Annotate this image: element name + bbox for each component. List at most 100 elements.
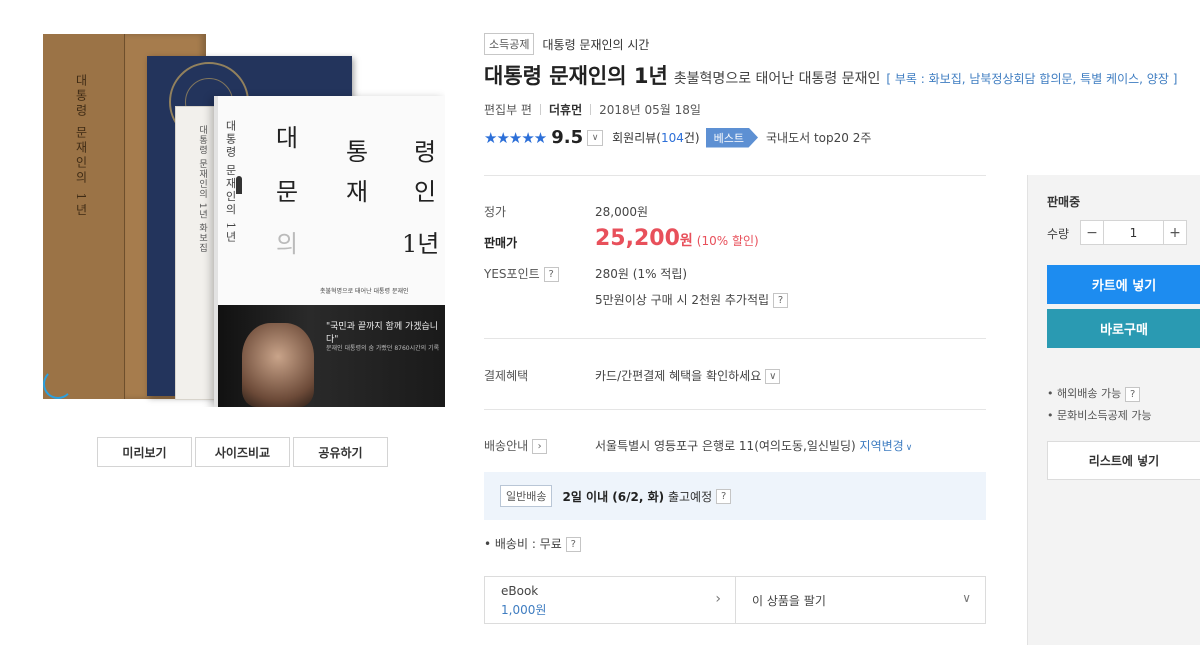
list-price-label: 정가 bbox=[484, 205, 507, 219]
divider bbox=[590, 104, 592, 115]
add-to-cart-button[interactable]: 카트에 넣기 bbox=[1047, 265, 1200, 304]
tag-row: 소득공제 대통령 문재인의 시간 bbox=[484, 33, 649, 55]
sale-price-value: 25,200 bbox=[595, 226, 680, 251]
help-icon[interactable]: ? bbox=[1125, 386, 1141, 402]
quantity-input[interactable]: 1 bbox=[1103, 221, 1164, 244]
supplement-info: [ 부록 : 화보집, 남북정상회담 합의문, 특별 케이스, 양장 ] bbox=[886, 72, 1178, 86]
chevron-down-icon: ∨ bbox=[962, 591, 971, 605]
ebook-price: 1,000원 bbox=[501, 603, 547, 617]
rating-score: 9.5 bbox=[551, 127, 584, 148]
portrait-photo bbox=[242, 323, 314, 407]
payment-label: 결제혜택 bbox=[484, 369, 529, 383]
bestseller-rank[interactable]: 국내도서 top20 2주 bbox=[766, 129, 871, 146]
cover-quote: "국민과 끝까지 함께 가겠습니다" bbox=[326, 322, 439, 345]
sell-item-label: 이 상품을 팔기 bbox=[752, 594, 826, 608]
chevron-right-icon: › bbox=[715, 591, 721, 607]
title-row: 대통령 문재인의 1년 촛불혁명으로 태어난 대통령 문재인 [ 부록 : 화보… bbox=[484, 60, 1177, 90]
region-change-link[interactable]: 지역변경 bbox=[860, 439, 904, 453]
publisher-link[interactable]: 더휴먼 bbox=[549, 101, 582, 118]
cover-char: 재 bbox=[346, 178, 369, 206]
rating-row: ★★★★★ 9.5 ∨ 회원리뷰(104건) 베스트 국내도서 top20 2주 bbox=[484, 127, 871, 148]
points-label: YES포인트? bbox=[484, 265, 559, 282]
buy-now-button[interactable]: 바로구매 bbox=[1047, 309, 1200, 348]
section-divider bbox=[484, 175, 986, 176]
points-extra-text: 5만원이상 구매 시 2천원 추가적립 bbox=[595, 293, 770, 307]
shipping-label-text: 배송안내 bbox=[484, 439, 529, 453]
cover-char: 문 bbox=[276, 178, 299, 206]
quantity-stepper: − 1 + bbox=[1080, 220, 1187, 245]
preview-button[interactable]: 미리보기 bbox=[97, 437, 192, 467]
slipcase-spine: 대통령 문재인의 1년 bbox=[43, 34, 125, 399]
sell-item-dropdown[interactable]: 이 상품을 팔기 ∨ bbox=[736, 577, 985, 623]
cover-char: 령 bbox=[414, 138, 437, 166]
payment-benefit[interactable]: 카드/간편결제 혜택을 확인하세요 ∨ bbox=[595, 367, 781, 384]
product-subtitle: 촛불혁명으로 태어난 대통령 문재인 bbox=[673, 71, 881, 87]
delivery-type-chip: 일반배송 bbox=[500, 485, 553, 507]
overseas-shipping-note: • 해외배송 가능? bbox=[1047, 385, 1141, 402]
author-link[interactable]: 편집부 편 bbox=[484, 101, 532, 118]
product-cover-image[interactable]: 대통령 문재인의 1년 대통령 문재인의 1년 화보집 대 통 령 문 재 인 … bbox=[43, 34, 445, 407]
slipcase-title: 대통령 문재인의 1년 bbox=[74, 74, 88, 219]
cover-char: 인 bbox=[414, 178, 437, 206]
purchase-panel: 판매중 수량 − 1 + 카트에 넣기 바로구매 • 해외배송 가능? • 문화… bbox=[1027, 175, 1200, 645]
points-value: 280원 (1% 적립) bbox=[595, 267, 688, 281]
chevron-down-icon[interactable]: ∨ bbox=[906, 443, 913, 453]
cover-tagline: 촛불혁명으로 태어난 대통령 문재인 bbox=[320, 288, 409, 295]
chevron-down-icon[interactable]: ∨ bbox=[765, 369, 781, 384]
product-title: 대통령 문재인의 1년 bbox=[484, 64, 668, 88]
best-badge: 베스트 bbox=[705, 127, 758, 148]
cover-portrait-band: "국민과 끝까지 함께 가겠습니다" 문재인 대통령의 숨 가빴던 8760시간… bbox=[218, 305, 445, 407]
shipping-label: 배송안내 › bbox=[484, 437, 548, 454]
review-prefix: 회원리뷰( bbox=[612, 131, 661, 145]
cover-char: 1년 bbox=[402, 230, 440, 258]
shipping-fee-text: • 배송비 : 무료 bbox=[484, 537, 562, 551]
payment-benefit-text: 카드/간편결제 혜택을 확인하세요 bbox=[595, 369, 762, 383]
ebook-box: eBook 1,000원 › 이 상품을 팔기 ∨ bbox=[484, 576, 986, 624]
help-icon[interactable]: ? bbox=[773, 293, 789, 308]
list-price-value: 28,000원 bbox=[595, 205, 649, 219]
delivery-estimate: 2일 이내 (6/2, 화) 출고예정 bbox=[562, 488, 712, 505]
shipping-fee: • 배송비 : 무료? bbox=[484, 535, 581, 552]
size-compare-button[interactable]: 사이즈비교 bbox=[195, 437, 290, 467]
main-book-cover: 대 통 령 문 재 인 의 1년 대통령 문재인의 1년 촛불혁명으로 태어난 … bbox=[214, 96, 445, 407]
points-label-text: YES포인트 bbox=[484, 267, 540, 281]
share-button[interactable]: 공유하기 bbox=[293, 437, 388, 467]
review-suffix: 건) bbox=[683, 131, 700, 145]
ebook-link[interactable]: eBook 1,000원 › bbox=[485, 577, 736, 623]
rating-dropdown-icon[interactable]: ∨ bbox=[587, 129, 604, 146]
delivery-estimate-box: 일반배송 2일 이내 (6/2, 화) 출고예정 ? bbox=[484, 472, 986, 520]
delivery-date: 2일 이내 (6/2, 화) bbox=[562, 489, 665, 504]
quantity-label: 수량 bbox=[1047, 227, 1070, 241]
ebook-title: eBook bbox=[501, 584, 539, 598]
image-action-buttons: 미리보기 사이즈비교 공유하기 bbox=[97, 437, 388, 467]
help-icon[interactable]: ? bbox=[543, 267, 559, 282]
person-silhouette-icon bbox=[236, 176, 242, 194]
help-icon[interactable]: ? bbox=[565, 537, 581, 552]
culture-deduction-note: • 문화비소득공제 가능 bbox=[1047, 409, 1152, 422]
help-icon[interactable]: ? bbox=[716, 488, 732, 504]
divider bbox=[539, 104, 541, 115]
sale-price-label: 판매가 bbox=[484, 236, 518, 250]
section-divider bbox=[484, 338, 986, 339]
review-count: 104 bbox=[660, 131, 684, 145]
white-spine-title: 대통령 문재인의 1년 화보집 bbox=[197, 125, 207, 254]
review-link[interactable]: 회원리뷰(104건) bbox=[612, 129, 699, 146]
discount-rate: (10% 할인) bbox=[696, 234, 759, 248]
sale-price-unit: 원 bbox=[679, 233, 693, 249]
plus-button[interactable]: + bbox=[1164, 221, 1186, 244]
section-divider bbox=[484, 409, 986, 410]
series-link[interactable]: 대통령 문재인의 시간 bbox=[542, 36, 649, 53]
minus-button[interactable]: − bbox=[1081, 221, 1103, 244]
add-to-list-button[interactable]: 리스트에 넣기 bbox=[1047, 441, 1200, 480]
delivery-status: 출고예정 bbox=[667, 489, 713, 504]
overseas-shipping-text: • 해외배송 가능 bbox=[1047, 387, 1122, 400]
publish-date: 2018년 05월 18일 bbox=[599, 103, 701, 117]
chevron-right-icon[interactable]: › bbox=[532, 439, 548, 454]
cover-char: 통 bbox=[346, 138, 369, 166]
sale-price: 25,200원 (10% 할인) bbox=[595, 226, 759, 251]
meta-row: 편집부 편 더휴먼 2018년 05월 18일 bbox=[484, 101, 701, 118]
cover-char: 의 bbox=[276, 230, 299, 258]
star-rating-icon: ★★★★★ bbox=[484, 128, 547, 147]
cover-quote-sub: 문재인 대통령의 숨 가빴던 8760시간의 기록 bbox=[326, 345, 440, 352]
smile-logo-icon bbox=[43, 369, 73, 399]
